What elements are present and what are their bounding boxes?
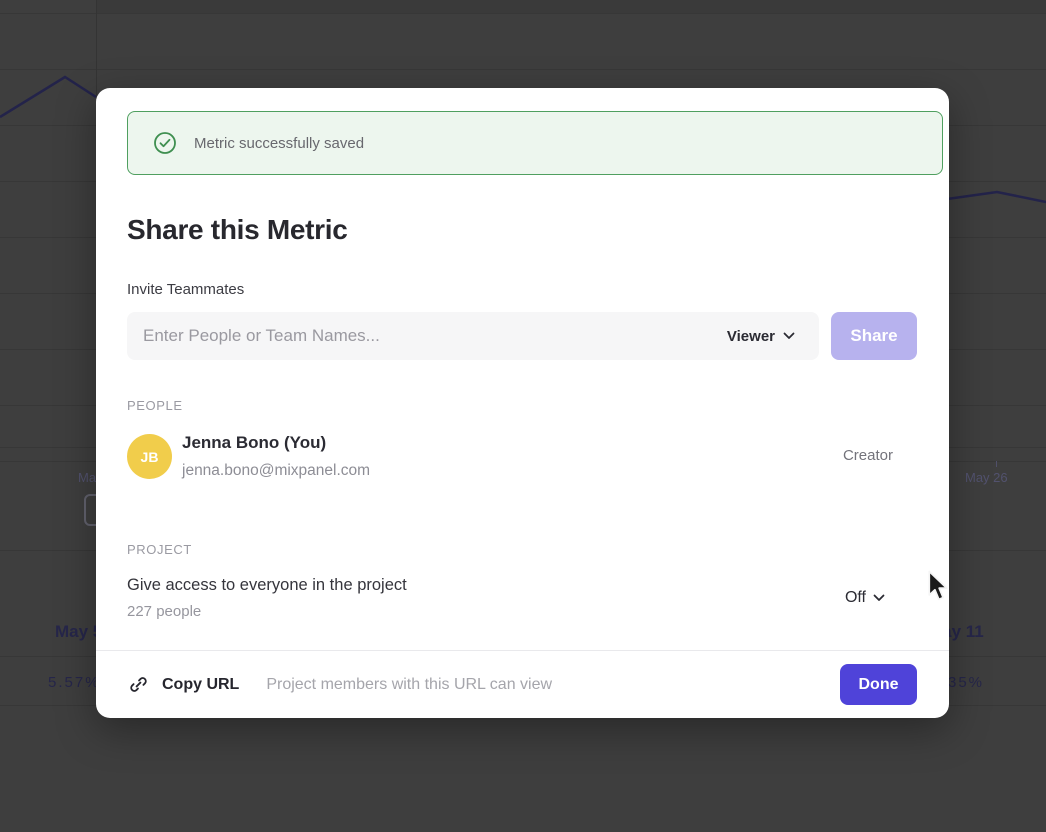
- share-metric-modal: Metric successfully saved Share this Met…: [96, 88, 949, 718]
- table-header-strip: [96, 0, 1046, 13]
- member-email: jenna.bono@mixpanel.com: [182, 462, 370, 480]
- project-section-header: PROJECT: [127, 542, 192, 557]
- screen: May May 26 1 May 5 May 11 5.57% 35% Metr…: [0, 0, 1046, 832]
- success-banner: Metric successfully saved: [127, 111, 943, 175]
- gridline: [0, 13, 1046, 14]
- modal-footer: Copy URL Project members with this URL c…: [96, 650, 949, 718]
- people-section-header: PEOPLE: [127, 398, 183, 413]
- chevron-down-icon: [873, 594, 885, 602]
- member-name: Jenna Bono (You): [182, 433, 326, 453]
- copy-url-label: Copy URL: [162, 676, 239, 694]
- project-people-count: 227 people: [127, 603, 201, 620]
- x-axis-label: May 26: [965, 470, 1008, 485]
- gridline: [0, 69, 1046, 70]
- role-dropdown[interactable]: Viewer: [727, 328, 795, 345]
- link-icon: [128, 674, 149, 695]
- copy-url-button[interactable]: Copy URL: [128, 674, 239, 695]
- table-cell-value: 35%: [948, 674, 984, 691]
- invite-teammates-label: Invite Teammates: [127, 281, 244, 298]
- project-access-title: Give access to everyone in the project: [127, 576, 407, 595]
- avatar: JB: [127, 434, 172, 479]
- project-access-value: Off: [845, 589, 866, 607]
- page-title: Share this Metric: [127, 214, 348, 246]
- invite-people-input[interactable]: [141, 325, 727, 347]
- axis-tick: [996, 461, 997, 467]
- project-access-dropdown[interactable]: Off: [845, 589, 885, 607]
- table-cell-value: 5.57%: [48, 674, 101, 691]
- role-dropdown-value: Viewer: [727, 328, 775, 345]
- check-circle-icon: [153, 131, 177, 155]
- banner-message: Metric successfully saved: [194, 135, 364, 152]
- share-button[interactable]: Share: [831, 312, 917, 360]
- invite-input-container: Viewer: [127, 312, 819, 360]
- done-button[interactable]: Done: [840, 664, 917, 705]
- chevron-down-icon: [783, 332, 795, 340]
- url-access-hint: Project members with this URL can view: [266, 676, 552, 694]
- member-role-label: Creator: [843, 447, 893, 464]
